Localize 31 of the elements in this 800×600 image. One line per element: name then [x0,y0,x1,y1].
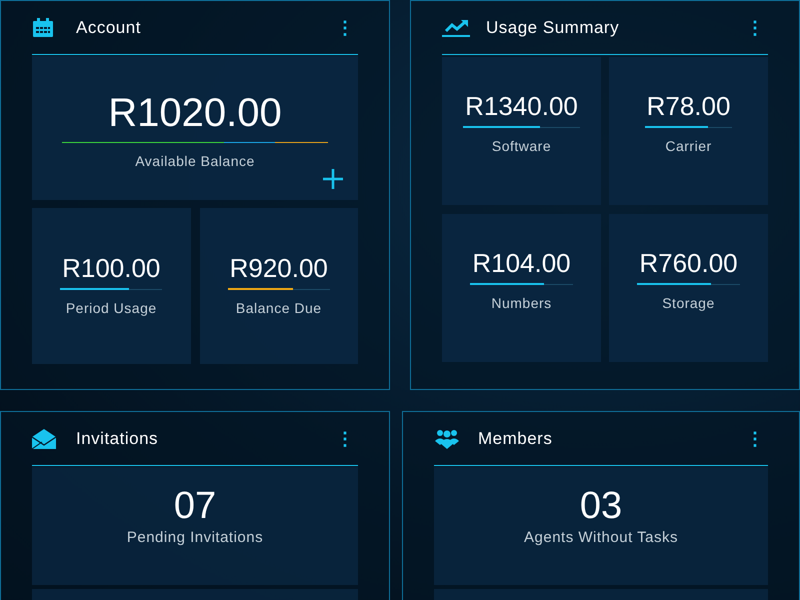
stat-label: Pending Invitations [126,528,264,548]
stat-label: Period Usage [66,299,157,318]
stat-label: Agents Without Tasks [524,528,678,548]
panel-title: Account [76,16,142,39]
stat-label: Carrier [665,137,712,156]
amount-value: R100.00 [61,253,162,283]
amount-value: R104.00 [471,248,572,278]
amount-value: R1340.00 [464,91,579,121]
amount-value: R760.00 [638,248,739,278]
panel-title: Invitations [76,428,160,450]
panel-title: Members [478,428,554,450]
count-value: 03 [580,484,622,527]
stat-label: Available Balance [135,152,255,171]
stat-label: Software [492,137,552,156]
add-icon[interactable] [322,168,344,190]
amount-value: R920.00 [228,253,329,283]
stat-label: Balance Due [236,299,322,318]
stat-label: Storage [662,294,715,313]
people-group-icon [434,428,460,448]
panel-title: Usage Summary [486,16,620,39]
more-menu-button[interactable]: ⋮ [332,18,358,36]
trend-chart-icon [442,18,470,36]
amount-value: R1020.00 [107,90,283,136]
stat-label: Numbers [491,294,552,313]
more-menu-button[interactable]: ⋮ [742,18,768,36]
count-value: 07 [174,484,216,527]
more-menu-button[interactable]: ⋮ [332,430,358,448]
more-menu-button[interactable]: ⋮ [742,430,768,448]
amount-value: R78.00 [646,91,732,121]
calendar-icon [32,18,54,38]
envelope-icon [32,428,56,448]
